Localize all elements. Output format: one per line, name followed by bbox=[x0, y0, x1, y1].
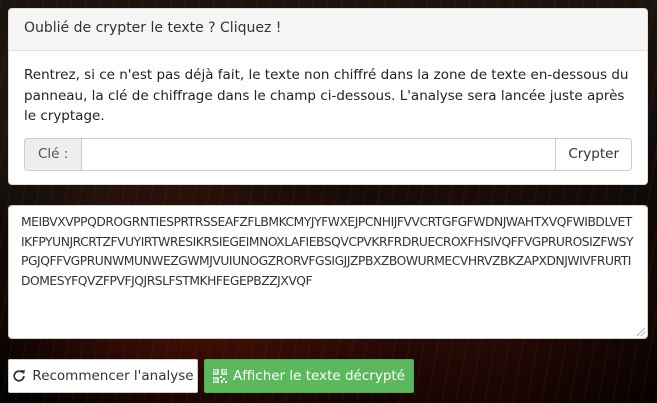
panel-heading[interactable]: Oublié de crypter le texte ? Cliquez ! bbox=[9, 9, 647, 51]
resize-handle[interactable] bbox=[637, 328, 645, 336]
crypt-button[interactable]: Crypter bbox=[556, 137, 632, 171]
ciphertext-textarea[interactable]: MEIBVXVPPQDROGRNTIESPRTRSSEAFZFLBMKCMYJY… bbox=[8, 205, 648, 339]
key-label: Clé : bbox=[24, 137, 82, 171]
qrcode-icon bbox=[212, 369, 227, 383]
restart-analysis-button[interactable]: Recommencer l'analyse bbox=[8, 359, 198, 393]
show-decrypted-button[interactable]: Afficher le texte décrypté bbox=[204, 359, 414, 393]
key-input-group: Clé : Crypter bbox=[24, 137, 632, 171]
ciphertext-content: MEIBVXVPPQDROGRNTIESPRTRSSEAFZFLBMKCMYJY… bbox=[21, 215, 634, 288]
show-decrypted-label: Afficher le texte décrypté bbox=[232, 368, 405, 384]
key-input[interactable] bbox=[81, 137, 557, 171]
restart-label: Recommencer l'analyse bbox=[32, 368, 194, 384]
panel-body: Rentrez, si ce n'est pas déjà fait, le t… bbox=[9, 51, 647, 171]
encrypt-panel: Oublié de crypter le texte ? Cliquez ! R… bbox=[8, 8, 648, 185]
instructions-text: Rentrez, si ce n'est pas déjà fait, le t… bbox=[24, 67, 629, 124]
refresh-icon bbox=[12, 369, 26, 383]
